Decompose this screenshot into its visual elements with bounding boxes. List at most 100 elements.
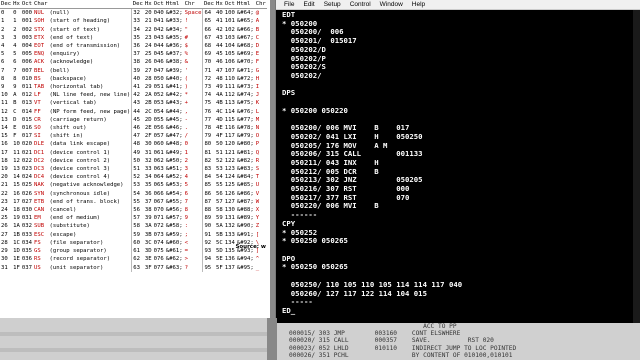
table-cell: L [255,108,260,115]
table-cell: 057 [153,133,164,140]
table-cell: 27 [144,67,152,74]
table-cell: 75 [202,99,216,108]
table-row: 24 18 030 CAN (cancel) 56 38 070 &#56; 8 88 58 130 &#… [0,206,267,215]
table-cell: 72 [202,74,216,84]
table-cell: / [184,133,188,140]
table-cell: 123 [224,166,235,173]
table-cell: 70 [202,58,216,67]
menu-item-setup[interactable]: Setup [324,1,341,8]
menu-item-help[interactable]: Help [412,1,425,8]
table-row: 25 19 031 EM (end of medium) 57 39 071 &#57; 9 89 5… [0,214,267,223]
table-cell: 133 [224,231,235,238]
table-cell: ^ [255,256,260,263]
table-cell: I [255,84,260,91]
table-cell: 11 [1,100,8,107]
table-cell: 122 [224,157,235,164]
table-cell: 20 [1,174,8,181]
table-cell: 2A [144,92,152,99]
table-cell: 5B [216,231,223,238]
table-cell: " [184,26,188,33]
table-cell: 052 [153,92,164,99]
table-cell: 56 [131,206,144,215]
table-cell: 46 [131,124,144,133]
ascii-table-window: Dec Hx Oct Char Dec Hx Oct Html Chr Dec Hx Oct Html C… [0,0,270,318]
table-cell: 2D [144,116,152,123]
table-cell: 16 [13,190,20,197]
table-cell: 22 [144,26,152,33]
terminal-window[interactable]: File Edit Setup Control Window Help EDT * 0502… [275,0,640,323]
table-cell: 050 [153,75,164,82]
table-cell: < [184,239,188,246]
table-row: 26 1A 032 SUB (substitute) 58 3A 072 &#58;: 90 5A 1… [0,222,267,231]
table-cell: &#45; [165,116,183,123]
table-cell: 1A [13,223,20,230]
terminal-line: 050202/S [282,62,326,72]
table-cell: : [184,223,188,230]
table-cell: (cancel) [49,207,77,214]
table-cell: (null) [49,10,70,17]
table-cell: 39 [131,66,144,75]
splitter-handle[interactable] [267,318,277,360]
terminal-line: * 050200 050220 [282,105,348,115]
menu-item-file[interactable]: File [284,1,294,8]
table-cell: 56 [216,190,223,197]
table-cell: 58 [131,222,144,231]
menu-item-control[interactable]: Control [350,1,371,8]
table-cell: 4 [1,43,5,50]
table-cell: 066 [153,190,164,197]
table-cell: 4F [216,133,223,140]
table-cell: 58 [216,207,223,214]
listing-line: 000023/ 052 LHLD 010110 INDIRECT JUMP TO… [289,344,517,352]
table-cell: 67 [202,33,216,43]
table-cell: 045 [153,51,164,58]
table-cell: 18 [13,207,20,214]
table-cell: &#67; [236,34,254,41]
table-cell: 043 [153,34,164,41]
table-cell: 012 [21,92,32,99]
table-cell: &#78; [236,125,254,132]
table-cell: 040 [153,10,164,17]
table-cell: 5E [216,256,223,263]
table-cell: 035 [21,248,32,255]
table-cell: 053 [153,100,164,107]
table-cell: 072 [153,223,164,230]
table-cell: 26 [144,59,152,66]
table-cell: C [255,34,260,41]
table-cell: M [255,116,260,123]
column-header: Dec [202,0,216,10]
table-cell: &#41; [165,84,183,91]
table-cell: 013 [21,100,32,107]
table-cell: CAN [33,207,45,214]
table-cell: 114 [224,108,235,115]
table-cell: 4 [184,174,188,181]
menu-bar: File Edit Setup Control Window Help [276,0,640,10]
table-cell: SI [33,133,41,140]
table-cell: 81 [202,148,216,157]
table-cell: 113 [224,100,235,107]
table-cell: 130 [224,207,235,214]
table-cell: 011 [21,84,32,91]
table-cell: (enquiry) [49,51,80,58]
table-row: 1 1 001 SOH (start of heading) 33 21 041 &#33;! 6… [0,17,267,26]
table-cell: SOH [33,18,45,25]
table-cell: DC4 [33,174,45,181]
table-cell: 42 [216,26,223,33]
table-cell: 112 [224,92,235,99]
divider [0,348,270,352]
table-cell: 60 [131,238,144,248]
table-cell: 36 [144,190,152,197]
table-cell: 025 [21,182,32,189]
table-cell: (record separator) [49,256,111,263]
table-cell: 2 [184,157,188,164]
table-row: 20 14 024 DC4 (device control 4) 52 34 064 &#52;… [0,173,267,182]
table-cell: 1 [1,18,5,25]
table-cell: 10 [13,141,20,148]
menu-item-edit[interactable]: Edit [303,1,314,8]
terminal-screen[interactable]: EDT * 050200 050200/ 006 050201/ 015017 0… [282,10,632,321]
table-cell: 111 [224,84,235,91]
table-cell: &#80; [236,141,254,148]
table-cell: &#50; [165,157,183,164]
terminal-scrollbar[interactable] [633,10,640,323]
menu-item-window[interactable]: Window [380,1,403,8]
